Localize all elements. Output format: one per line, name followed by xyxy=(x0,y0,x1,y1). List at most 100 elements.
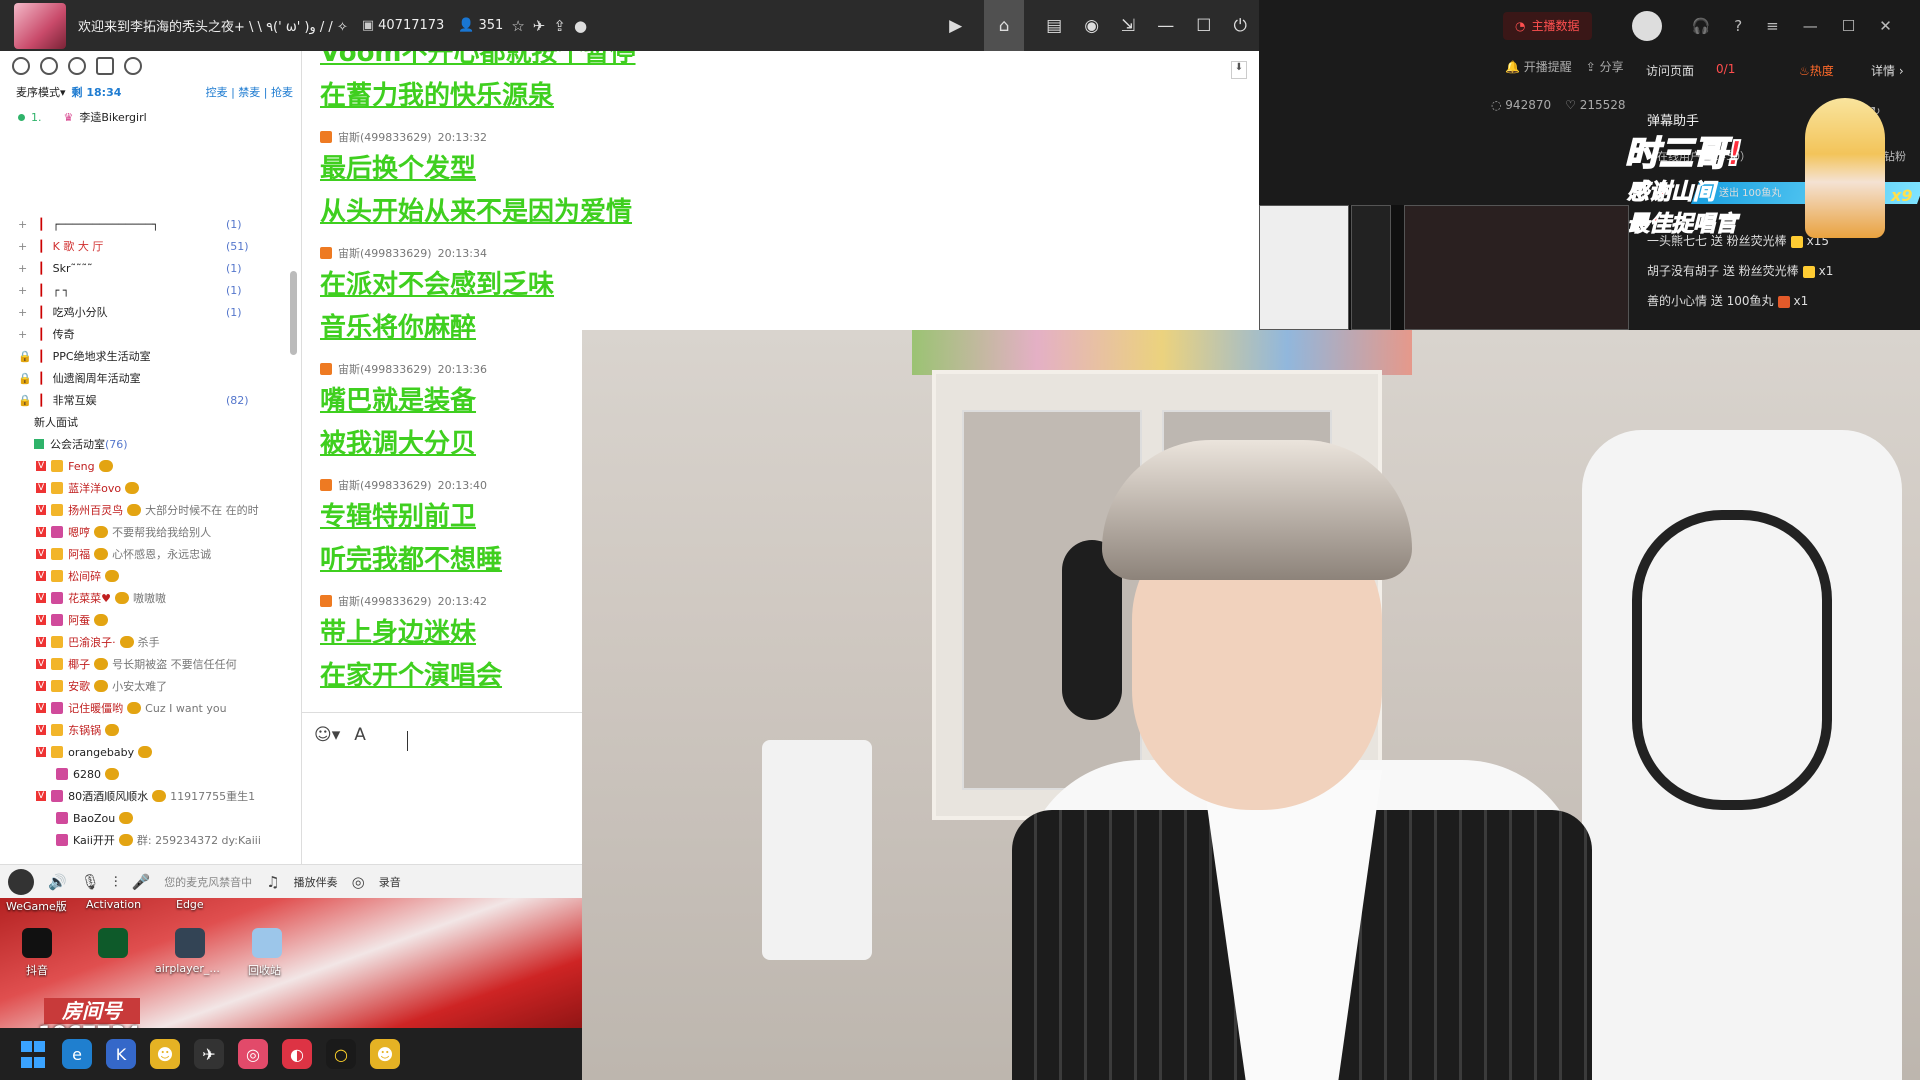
section-guild[interactable]: 公会活动室 (76) xyxy=(0,433,302,455)
headset-icon[interactable]: 🎧 xyxy=(1692,17,1711,35)
minimize-icon[interactable]: — xyxy=(1157,16,1174,36)
member-row[interactable]: V 阿福 心怀感恩，永远忠诚 xyxy=(0,543,300,565)
obs-icon[interactable]: ○ xyxy=(326,1039,356,1069)
music-icon[interactable]: ♫ xyxy=(266,873,279,891)
channel-item[interactable]: 🔒 ┃ 仙遗阁周年活动室 xyxy=(0,367,302,389)
power-icon[interactable]: ⏻ xyxy=(1234,16,1247,36)
channel-item[interactable]: + ┃ Skr˜˜˜˜ (1) xyxy=(0,257,302,279)
channel-item[interactable]: + ┃ 吃鸡小分队 (1) xyxy=(0,301,302,323)
member-row[interactable]: Vorangebaby xyxy=(0,741,300,763)
plane-icon[interactable]: ✈ xyxy=(533,17,546,35)
accompany-button[interactable]: 播放伴奏 xyxy=(294,874,338,890)
maximize-icon[interactable]: ☐ xyxy=(1196,16,1211,36)
member-row[interactable]: V 椰子 号长期被盗 不要信任任何 xyxy=(0,653,300,675)
equalizer-icon[interactable]: ⫶ xyxy=(114,873,118,891)
yy-icon[interactable]: ☻ xyxy=(150,1039,180,1069)
menu-icon[interactable]: ≡ xyxy=(1766,17,1779,35)
emoji-icon[interactable]: ☺▾ xyxy=(314,725,340,745)
member-row[interactable]: V 扬州百灵鸟 大部分时候不在 在的时 xyxy=(0,499,300,521)
user-icon[interactable] xyxy=(12,57,30,75)
member-row[interactable]: V 巴渝浪子· 杀手 xyxy=(0,631,300,653)
mic-icon[interactable]: 🎙 xyxy=(81,873,100,891)
member-row[interactable]: V 松间碎 xyxy=(0,565,300,587)
maximize-icon[interactable]: ☐ xyxy=(1842,17,1855,35)
notes-icon[interactable] xyxy=(96,57,114,75)
browser-icon[interactable]: ◐ xyxy=(282,1039,312,1069)
home-tab[interactable]: ⌂ xyxy=(984,0,1025,51)
font-icon[interactable]: A xyxy=(354,725,366,745)
record-icon[interactable]: ◎ xyxy=(352,873,365,891)
location-icon[interactable] xyxy=(68,57,86,75)
feishu-icon[interactable]: ✈ xyxy=(194,1039,224,1069)
visit-page-row[interactable]: 访问页面 0/1 xyxy=(1646,62,1735,79)
airplayer-icon[interactable] xyxy=(175,928,205,958)
minimize-icon[interactable]: — xyxy=(1803,17,1818,35)
video-icon[interactable]: ▶ xyxy=(949,16,962,36)
douyin-icon[interactable] xyxy=(22,928,52,958)
alert-icon[interactable]: ● xyxy=(574,17,587,35)
desktop-label[interactable]: Edge xyxy=(176,898,204,911)
member-row[interactable]: V 阿蚕 xyxy=(0,609,300,631)
channel-item[interactable]: + ┃ 传奇 xyxy=(0,323,302,345)
download-icon[interactable]: ⇲ xyxy=(1121,16,1135,36)
chevron-down-icon[interactable]: ▾ xyxy=(60,86,66,99)
member-row[interactable]: V Feng xyxy=(0,455,300,477)
k-app-icon[interactable]: K xyxy=(106,1039,136,1069)
desktop-label[interactable]: airplayer_... xyxy=(155,962,220,975)
heat-tab[interactable]: ♨热度 xyxy=(1799,62,1834,79)
grab-mic-link[interactable]: 抢麦 xyxy=(271,86,293,99)
recycle-bin-icon[interactable] xyxy=(252,928,282,958)
channel-item[interactable]: + ┃ K 歌 大 厅 (51) xyxy=(0,235,302,257)
channel-item[interactable]: 🔒 ┃ PPC绝地求生活动室 xyxy=(0,345,302,367)
app-icon[interactable] xyxy=(98,928,128,958)
control-mic-link[interactable]: 控麦 xyxy=(206,86,228,99)
headset-icon[interactable] xyxy=(40,57,58,75)
member-row[interactable]: V 记住暖僵哟 Cuz I want you xyxy=(0,697,300,719)
member-row[interactable]: V 安歌 小安太难了 xyxy=(0,675,300,697)
chat-sender[interactable]: 宙斯(499833629) xyxy=(338,477,432,493)
expand-icon[interactable]: + xyxy=(18,284,28,297)
record-button[interactable]: 录音 xyxy=(379,874,401,890)
mic-mode-select[interactable]: 麦序模式 xyxy=(16,84,60,100)
member-row[interactable]: V 80酒酒顺风顺水 11917755重生1 xyxy=(0,785,300,807)
member-row[interactable]: BaoZou xyxy=(0,807,300,829)
chat-input-area[interactable]: ☺▾ A xyxy=(302,712,582,864)
channel-scrollbar[interactable] xyxy=(290,271,297,355)
expand-icon[interactable]: + xyxy=(18,328,28,341)
member-row[interactable]: Kaii开开 群: 259234372 dy:Kaiii xyxy=(0,829,300,851)
search-icon[interactable] xyxy=(124,57,142,75)
chat-sender[interactable]: 宙斯(499833629) xyxy=(338,245,432,261)
gamepad-icon[interactable]: ◉ xyxy=(1084,16,1099,36)
expand-icon[interactable]: + xyxy=(18,262,28,275)
member-row[interactable]: V 东锅锅 xyxy=(0,719,300,741)
close-icon[interactable]: ✕ xyxy=(1879,17,1892,35)
chat-sender[interactable]: 宙斯(499833629) xyxy=(338,361,432,377)
list-icon[interactable]: ▤ xyxy=(1046,16,1062,36)
member-row[interactable]: 6280 xyxy=(0,763,300,785)
start-icon[interactable] xyxy=(18,1039,48,1069)
avatar[interactable] xyxy=(8,868,34,895)
desktop-label[interactable]: 抖音 xyxy=(26,962,48,978)
expand-icon[interactable]: + xyxy=(18,218,28,231)
speaker-icon[interactable]: 🔊 xyxy=(48,873,67,891)
desktop-label[interactable]: 回收站 xyxy=(248,962,281,978)
help-icon[interactable]: ? xyxy=(1734,17,1742,35)
desktop-label[interactable]: Activation xyxy=(86,898,141,911)
netease-music-icon[interactable]: ◎ xyxy=(238,1039,268,1069)
star-icon[interactable]: ☆ xyxy=(511,17,524,35)
chat-sender[interactable]: 宙斯(499833629) xyxy=(338,593,432,609)
detail-link[interactable]: 详情 › xyxy=(1871,62,1904,79)
yy-alt-icon[interactable]: ☻ xyxy=(370,1039,400,1069)
channel-logo[interactable] xyxy=(14,2,66,49)
channel-item[interactable]: 🔒 ┃ 非常互娱 (82) xyxy=(0,389,302,411)
share-icon[interactable]: ⇪ xyxy=(553,17,566,35)
member-row[interactable]: V 蓝洋洋ovo xyxy=(0,477,300,499)
streamer-data-button[interactable]: ◔ 主播数据 xyxy=(1503,11,1592,40)
member-row[interactable]: V 花菜菜♥ 嗷嗷嗷 xyxy=(0,587,300,609)
expand-icon[interactable]: + xyxy=(18,306,28,319)
ban-mic-link[interactable]: 禁麦 xyxy=(238,86,260,99)
member-row[interactable]: V 嗯哼 不要帮我给我给别人 xyxy=(0,521,300,543)
channel-item[interactable]: + ┃ ┌ ┐ (1) xyxy=(0,279,302,301)
section-newcomer[interactable]: 新人面试 xyxy=(0,411,302,433)
mic-queue-item[interactable]: 1. ♛ 李逵Bikergirl xyxy=(0,103,301,131)
